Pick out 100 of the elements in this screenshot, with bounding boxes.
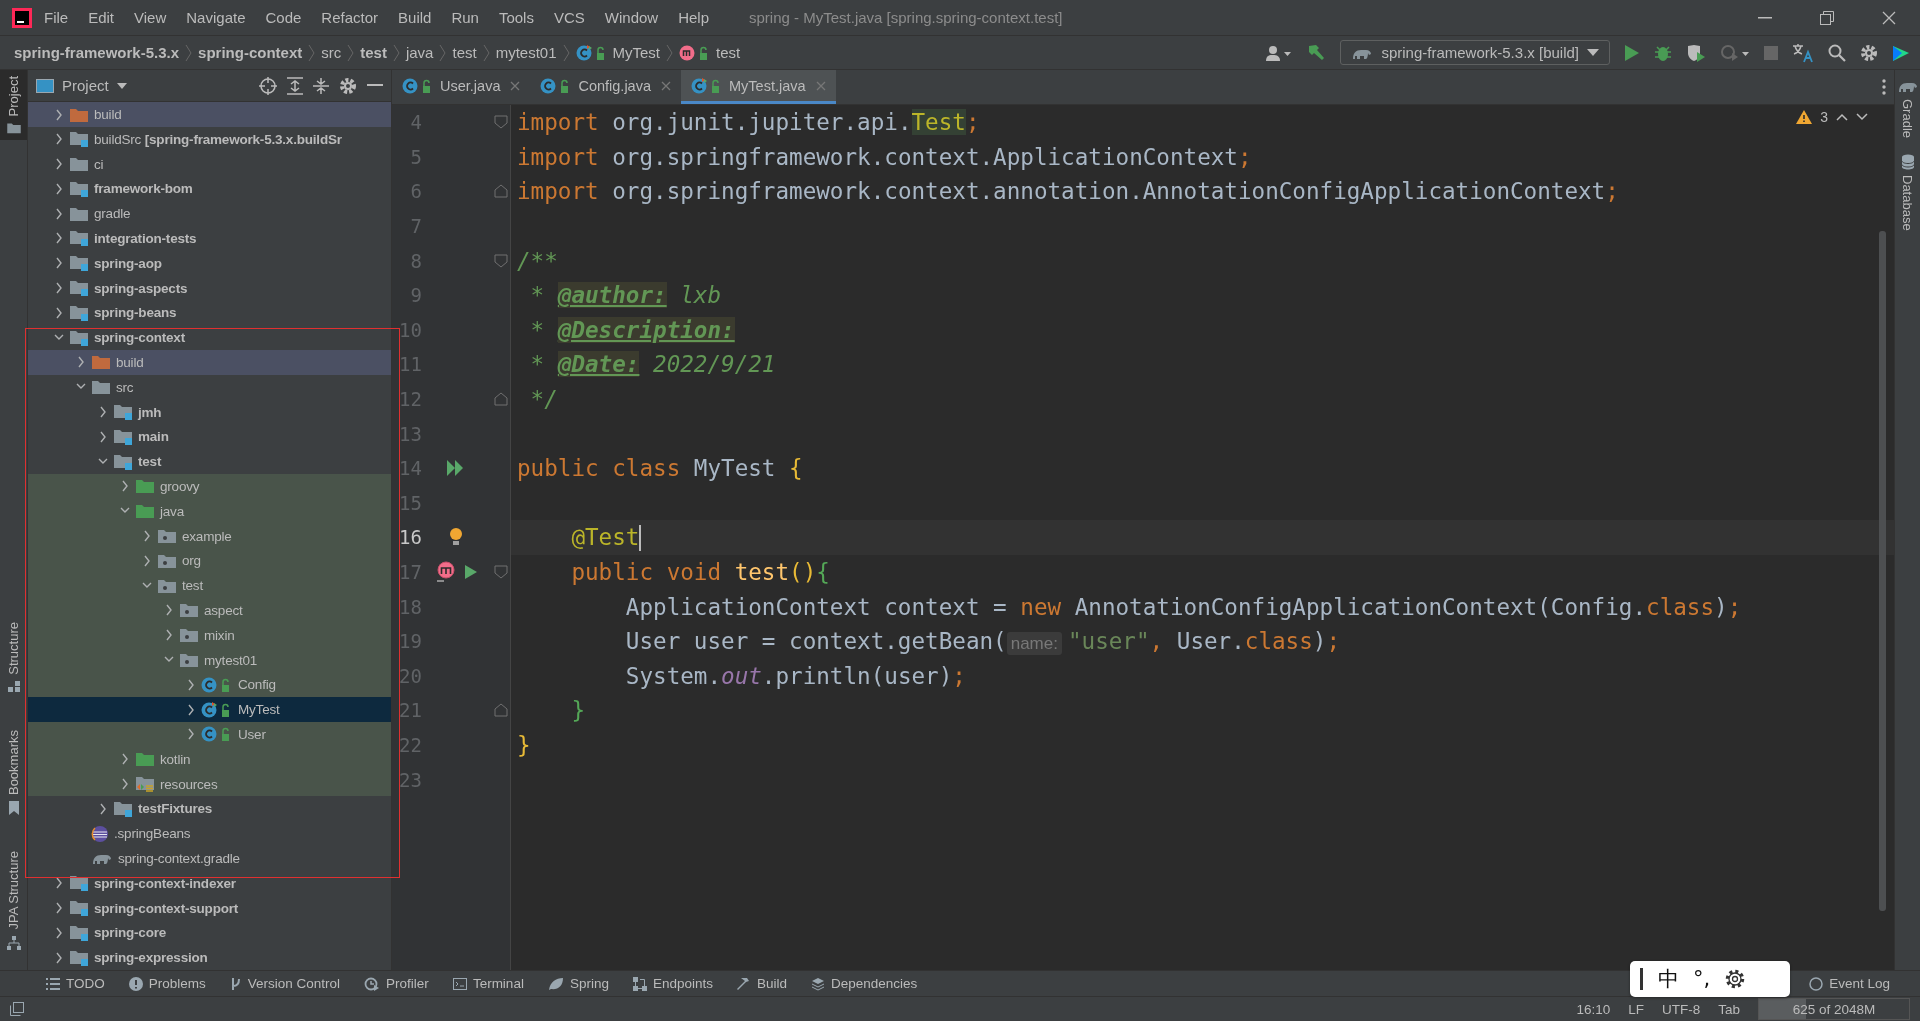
tree-item[interactable]: spring-expression: [28, 945, 391, 970]
breadcrumb-item[interactable]: MyTest: [575, 44, 661, 61]
next-icon[interactable]: [1856, 113, 1868, 121]
tree-item[interactable]: resources: [28, 771, 391, 797]
chevron-icon[interactable]: [76, 356, 86, 369]
menu-item[interactable]: Run: [443, 5, 487, 30]
breadcrumb-item[interactable]: test: [360, 44, 387, 61]
tool-window-tab[interactable]: Project: [0, 70, 27, 141]
tree-item[interactable]: Config: [28, 672, 391, 698]
chevron-icon[interactable]: [54, 926, 64, 939]
tree-item[interactable]: spring-context-support: [28, 895, 391, 921]
tree-item[interactable]: spring-aop: [28, 250, 391, 276]
search-icon[interactable]: [1828, 43, 1846, 62]
layout-icon[interactable]: [10, 1002, 24, 1016]
drag-handle-icon[interactable]: [1640, 968, 1644, 990]
chevron-icon[interactable]: [54, 902, 64, 914]
plugin-logo-icon[interactable]: [1892, 43, 1910, 62]
tree-item[interactable]: test: [28, 449, 391, 475]
translate-icon[interactable]: [1792, 42, 1814, 63]
status-item[interactable]: UTF-8: [1661, 1001, 1701, 1017]
menu-item[interactable]: Window: [596, 5, 667, 30]
chevron-icon[interactable]: [54, 877, 64, 890]
menu-item[interactable]: Navigate: [178, 5, 254, 30]
tool-window-button[interactable]: Profiler: [354, 974, 439, 993]
chevron-icon[interactable]: [54, 951, 64, 964]
menu-item[interactable]: Edit: [80, 5, 123, 30]
collapse-all-icon[interactable]: [313, 76, 329, 95]
tree-item[interactable]: testFixtures: [28, 796, 391, 822]
tool-window-button[interactable]: Terminal: [442, 974, 534, 993]
event-log-button[interactable]: Event Log: [1799, 974, 1900, 993]
chevron-icon[interactable]: [54, 232, 64, 245]
menu-item[interactable]: File: [36, 5, 77, 30]
status-item[interactable]: 16:10: [1576, 1001, 1611, 1017]
tool-window-tab[interactable]: JPA Structure: [0, 845, 27, 956]
previous-icon[interactable]: [1836, 113, 1848, 121]
menu-item[interactable]: View: [126, 5, 175, 30]
tool-window-tab[interactable]: Bookmarks: [0, 724, 27, 822]
tree-item[interactable]: MyTest: [28, 697, 391, 723]
user-icon[interactable]: [1266, 44, 1293, 61]
tree-item[interactable]: build: [28, 102, 391, 127]
menu-item[interactable]: Build: [390, 5, 440, 30]
tree-item[interactable]: ci: [28, 151, 391, 177]
tool-window-tab[interactable]: Structure: [0, 615, 27, 701]
breadcrumb-item[interactable]: src: [321, 44, 342, 61]
tool-window-tab[interactable]: Database: [1895, 146, 1920, 239]
tree-item[interactable]: test: [28, 573, 391, 599]
tree-item[interactable]: gradle: [28, 201, 391, 227]
locate-icon[interactable]: [259, 76, 277, 95]
tree-item[interactable]: java: [28, 498, 391, 524]
tree-item[interactable]: example: [28, 523, 391, 549]
tool-window-button[interactable]: Spring: [537, 974, 619, 993]
tree-item[interactable]: aspect: [28, 598, 391, 623]
scrollbar-thumb[interactable]: [1879, 231, 1886, 911]
tree-item[interactable]: src: [28, 374, 391, 400]
tool-window-button[interactable]: Endpoints: [622, 974, 723, 993]
tree-item[interactable]: org: [28, 548, 391, 574]
chevron-icon[interactable]: [164, 604, 174, 617]
chevron-icon[interactable]: [54, 257, 64, 270]
expand-all-icon[interactable]: [287, 76, 303, 95]
input-mode-toggle[interactable]: °,: [1693, 967, 1711, 991]
chevron-icon[interactable]: [120, 778, 130, 790]
chevron-icon[interactable]: [186, 728, 196, 741]
tree-item[interactable]: framework-bom: [28, 176, 391, 202]
breadcrumb-item[interactable]: test: [679, 44, 741, 61]
menu-item[interactable]: Tools: [490, 5, 542, 30]
breadcrumb-item[interactable]: spring-framework-5.3.x: [14, 44, 180, 61]
chevron-icon[interactable]: [186, 703, 196, 716]
editor-tab[interactable]: User.java: [392, 70, 531, 104]
tool-window-button[interactable]: Version Control: [219, 974, 351, 993]
tree-item[interactable]: .springBeans: [28, 821, 391, 846]
chevron-icon[interactable]: [54, 207, 64, 220]
chevron-icon[interactable]: [142, 530, 152, 543]
status-item[interactable]: Tab: [1718, 1001, 1740, 1017]
settings-icon[interactable]: [1860, 43, 1878, 62]
menu-item[interactable]: VCS: [545, 5, 593, 30]
chevron-icon[interactable]: [54, 133, 64, 146]
tree-item[interactable]: User: [28, 722, 391, 747]
run-icon[interactable]: [1624, 43, 1640, 62]
bulb-icon[interactable]: [449, 527, 463, 548]
breadcrumb-item[interactable]: test: [452, 44, 477, 61]
chevron-icon[interactable]: [98, 802, 108, 815]
tree-item[interactable]: mytest01: [28, 647, 391, 673]
menu-item[interactable]: Code: [257, 5, 310, 30]
run-configuration-dropdown[interactable]: spring-framework-5.3.x [build]: [1340, 40, 1610, 65]
tree-item[interactable]: main: [28, 424, 391, 450]
menu-item[interactable]: Help: [670, 5, 718, 30]
editor-tab[interactable]: MyTest.java: [681, 70, 836, 104]
tree-item[interactable]: kotlin: [28, 746, 391, 772]
memory-indicator[interactable]: 625 of 2048M: [1758, 998, 1910, 1020]
bug-icon[interactable]: [1654, 43, 1672, 62]
breadcrumb-item[interactable]: java: [405, 44, 434, 61]
override-icon[interactable]: [434, 560, 458, 584]
tree-item[interactable]: spring-beans: [28, 300, 391, 326]
status-item[interactable]: LF: [1628, 1001, 1644, 1017]
chevron-icon[interactable]: [54, 108, 64, 121]
run-icon[interactable]: [464, 564, 478, 580]
input-mode-toggle[interactable]: 中: [1658, 965, 1679, 993]
project-view-dropdown[interactable]: Project: [36, 77, 127, 95]
tree-item[interactable]: spring-context.gradle: [28, 846, 391, 871]
tree-item[interactable]: integration-tests: [28, 226, 391, 251]
